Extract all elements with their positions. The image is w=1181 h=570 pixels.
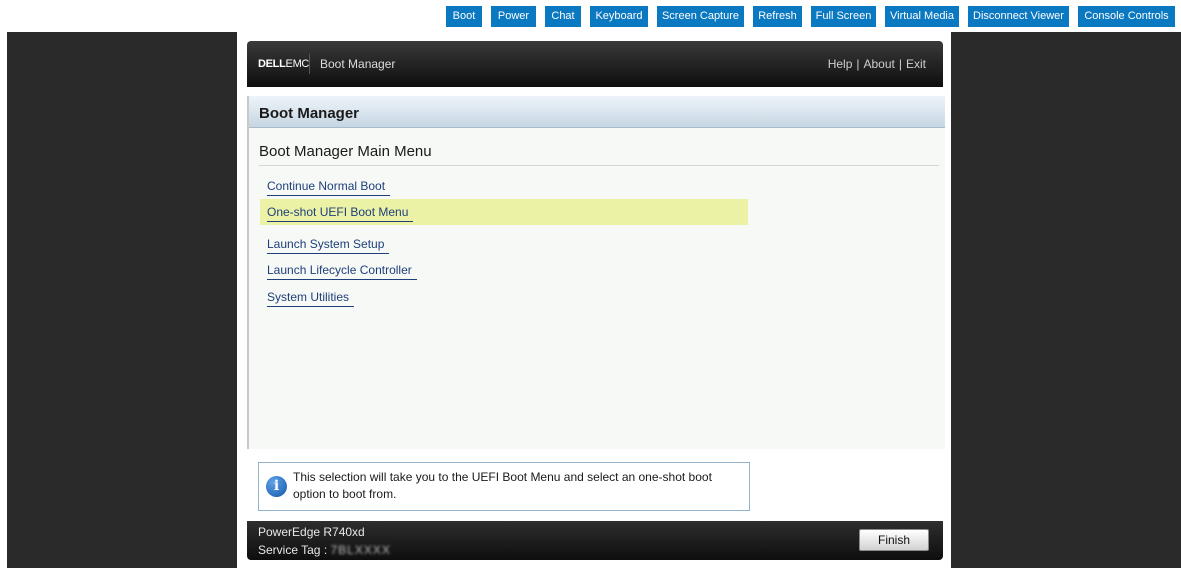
menu-item-launch-system-setup[interactable]: Launch System Setup bbox=[267, 237, 390, 254]
dell-emc-logo: DELLEMC bbox=[258, 58, 309, 70]
help-link[interactable]: Help bbox=[828, 57, 853, 71]
console-controls-button[interactable]: Console Controls bbox=[1078, 6, 1175, 27]
virtual-media-button[interactable]: Virtual Media bbox=[885, 6, 959, 27]
chat-button[interactable]: Chat bbox=[545, 6, 581, 27]
header-divider bbox=[309, 54, 310, 74]
menu-heading: Boot Manager Main Menu bbox=[259, 143, 432, 160]
menu-item-continue-normal-boot[interactable]: Continue Normal Boot bbox=[267, 179, 391, 196]
screen-capture-button[interactable]: Screen Capture bbox=[657, 6, 744, 27]
menu-divider bbox=[259, 165, 939, 166]
header-links: Help | About | Exit bbox=[828, 57, 926, 71]
service-tag: Service Tag : 7BLXXXX bbox=[258, 543, 391, 557]
boot-button[interactable]: Boot bbox=[446, 6, 482, 27]
exit-link[interactable]: Exit bbox=[906, 57, 926, 71]
keyboard-button[interactable]: Keyboard bbox=[590, 6, 648, 27]
bios-header: DELLEMC Boot Manager Help | About | Exit bbox=[247, 41, 943, 87]
finish-button[interactable]: Finish bbox=[859, 529, 929, 551]
disconnect-viewer-button[interactable]: Disconnect Viewer bbox=[968, 6, 1069, 27]
menu-item-system-utilities[interactable]: System Utilities bbox=[267, 290, 355, 307]
brand-emc: EMC bbox=[285, 58, 310, 70]
viewer-toolbar: Boot Power Chat Keyboard Screen Capture … bbox=[0, 0, 1181, 32]
about-link[interactable]: About bbox=[864, 57, 895, 71]
refresh-button[interactable]: Refresh bbox=[753, 6, 802, 27]
panel-titlebar: Boot Manager bbox=[249, 96, 945, 128]
help-box: i This selection will take you to the UE… bbox=[258, 462, 750, 511]
help-text: This selection will take you to the UEFI… bbox=[293, 470, 712, 501]
bios-footer: PowerEdge R740xd Service Tag : 7BLXXXX F… bbox=[247, 521, 943, 560]
menu-item-launch-lifecycle-controller[interactable]: Launch Lifecycle Controller bbox=[267, 263, 417, 280]
info-icon: i bbox=[266, 476, 287, 497]
content-panel: Boot Manager Boot Manager Main Menu Cont… bbox=[247, 96, 945, 449]
link-separator: | bbox=[856, 57, 860, 71]
service-tag-label: Service Tag : bbox=[258, 543, 328, 557]
page-title: Boot Manager bbox=[259, 105, 360, 122]
link-separator: | bbox=[898, 57, 902, 71]
service-tag-value: 7BLXXXX bbox=[330, 543, 391, 557]
power-button[interactable]: Power bbox=[491, 6, 536, 27]
menu-item-one-shot-uefi-boot-menu[interactable]: One-shot UEFI Boot Menu bbox=[267, 205, 414, 222]
full-screen-button[interactable]: Full Screen bbox=[811, 6, 876, 27]
brand-dell: DELL bbox=[258, 58, 286, 70]
system-model: PowerEdge R740xd bbox=[258, 525, 365, 539]
header-title: Boot Manager bbox=[320, 57, 396, 71]
